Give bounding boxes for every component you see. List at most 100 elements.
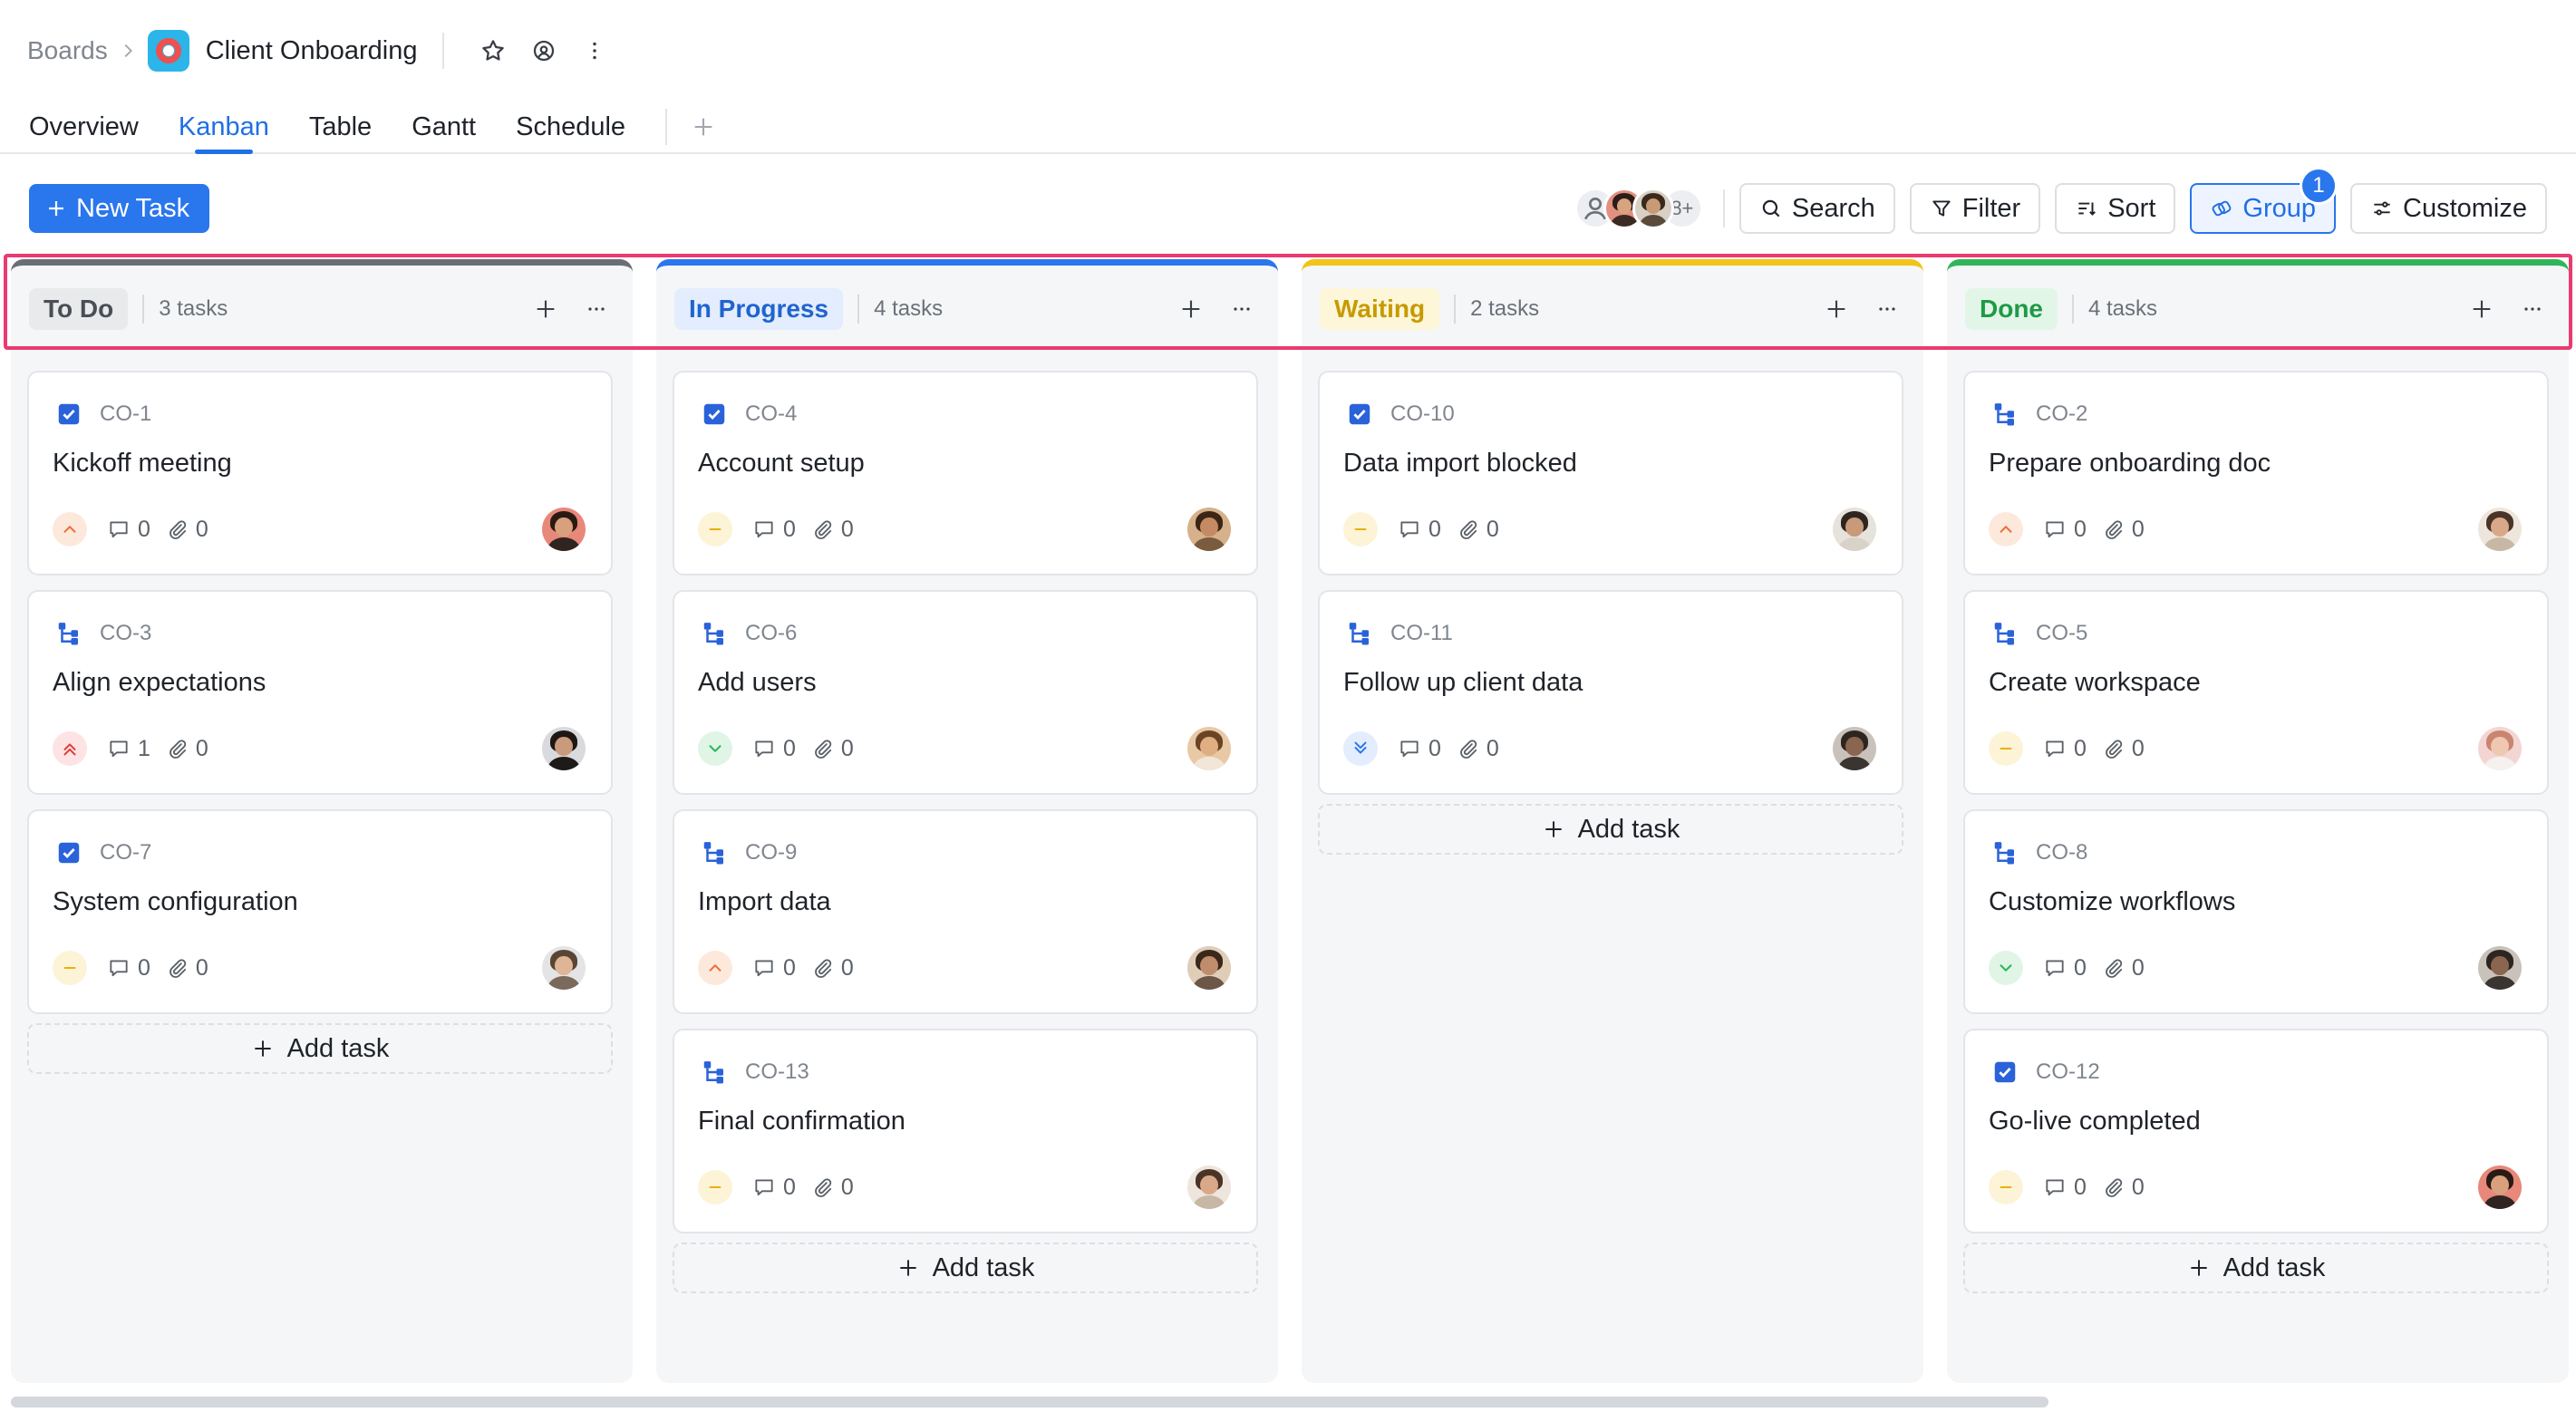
assignee-avatar[interactable]	[1833, 727, 1876, 770]
tab-gantt[interactable]: Gantt	[412, 100, 476, 154]
attachments-count[interactable]: 0	[165, 736, 208, 762]
assignee-avatar[interactable]	[2478, 946, 2522, 990]
customize-button[interactable]: Customize	[2350, 183, 2547, 234]
comments-count[interactable]: 0	[752, 1175, 796, 1201]
attachments-count[interactable]: 0	[1456, 736, 1499, 762]
attachments-count[interactable]: 0	[165, 517, 208, 543]
add-task-button[interactable]: Add task	[1963, 1243, 2549, 1293]
group-button[interactable]: Group 1	[2190, 167, 2338, 234]
attachments-count[interactable]: 0	[810, 517, 854, 543]
attachments-count[interactable]: 0	[810, 736, 854, 762]
assignee-avatar[interactable]	[2478, 727, 2522, 770]
task-card[interactable]: CO-4 Account setup 0 0	[673, 371, 1258, 575]
comments-count[interactable]: 0	[2043, 955, 2087, 982]
tab-kanban[interactable]: Kanban	[179, 100, 269, 154]
comments-count[interactable]: 0	[752, 955, 796, 982]
assignee-avatar[interactable]	[2478, 1165, 2522, 1209]
task-card[interactable]: CO-10 Data import blocked 0 0	[1318, 371, 1903, 575]
breadcrumb-boards-link[interactable]: Boards	[27, 36, 108, 65]
assignee-avatar[interactable]	[542, 508, 586, 551]
attachments-count[interactable]: 0	[2101, 736, 2145, 762]
comments-count[interactable]: 0	[2043, 1175, 2087, 1201]
comments-count[interactable]: 0	[107, 517, 150, 543]
task-card[interactable]: CO-8 Customize workflows 0 0	[1963, 809, 2549, 1014]
add-card-icon[interactable]	[1175, 293, 1207, 325]
task-card[interactable]: CO-13 Final confirmation 0 0	[673, 1029, 1258, 1233]
task-card[interactable]: CO-2 Prepare onboarding doc 0 0	[1963, 371, 2549, 575]
column-more-icon[interactable]	[580, 293, 613, 325]
add-card-icon[interactable]	[529, 293, 562, 325]
priority-medium-icon[interactable]	[698, 512, 732, 546]
attachments-count[interactable]: 0	[1456, 517, 1499, 543]
task-card[interactable]: CO-7 System configuration 0 0	[27, 809, 613, 1014]
priority-medium-icon[interactable]	[1989, 731, 2023, 766]
task-card[interactable]: CO-11 Follow up client data 0 0	[1318, 590, 1903, 795]
priority-high-icon[interactable]	[698, 951, 732, 985]
add-task-button[interactable]: Add task	[1318, 804, 1903, 855]
column-status-pill[interactable]: To Do	[29, 288, 129, 330]
star-icon[interactable]	[468, 30, 518, 72]
add-view-icon[interactable]	[685, 109, 721, 145]
horizontal-scrollbar[interactable]	[11, 1397, 2048, 1407]
add-task-button[interactable]: Add task	[27, 1023, 613, 1074]
attachments-count[interactable]: 0	[2101, 1175, 2145, 1201]
sort-button[interactable]: Sort	[2055, 183, 2176, 234]
priority-urgent-icon[interactable]	[53, 731, 87, 766]
comments-count[interactable]: 0	[752, 517, 796, 543]
attachments-count[interactable]: 0	[2101, 517, 2145, 543]
comments-value: 0	[138, 954, 150, 981]
task-card[interactable]: CO-12 Go-live completed 0 0	[1963, 1029, 2549, 1233]
comments-count[interactable]: 1	[107, 736, 150, 762]
comments-count[interactable]: 0	[1398, 517, 1441, 543]
task-card[interactable]: CO-9 Import data 0 0	[673, 809, 1258, 1014]
tab-schedule[interactable]: Schedule	[516, 100, 625, 154]
assignee-avatar[interactable]	[1187, 508, 1231, 551]
watch-icon[interactable]	[518, 30, 569, 72]
attachments-count[interactable]: 0	[810, 1175, 854, 1201]
priority-medium-icon[interactable]	[53, 951, 87, 985]
task-card[interactable]: CO-6 Add users 0 0	[673, 590, 1258, 795]
priority-medium-icon[interactable]	[1343, 512, 1378, 546]
assignee-avatar[interactable]	[1187, 946, 1231, 990]
tab-overview[interactable]: Overview	[29, 100, 139, 154]
column-status-pill[interactable]: In Progress	[674, 288, 844, 330]
priority-low-icon[interactable]	[698, 731, 732, 766]
add-card-icon[interactable]	[1820, 293, 1853, 325]
add-card-icon[interactable]	[2465, 293, 2498, 325]
task-card[interactable]: CO-5 Create workspace 0 0	[1963, 590, 2549, 795]
column-status-pill[interactable]: Waiting	[1320, 288, 1440, 330]
member-avatars[interactable]: 8+	[1574, 188, 1703, 229]
attachments-count[interactable]: 0	[810, 955, 854, 982]
assignee-avatar[interactable]	[1187, 727, 1231, 770]
priority-high-icon[interactable]	[1989, 512, 2023, 546]
task-card[interactable]: CO-3 Align expectations 1 0	[27, 590, 613, 795]
search-button[interactable]: Search	[1738, 183, 1895, 234]
comments-count[interactable]: 0	[1398, 736, 1441, 762]
comments-count[interactable]: 0	[2043, 517, 2087, 543]
attachments-count[interactable]: 0	[2101, 955, 2145, 982]
column-more-icon[interactable]	[2516, 293, 2549, 325]
priority-medium-icon[interactable]	[1989, 1170, 2023, 1204]
comments-count[interactable]: 0	[2043, 736, 2087, 762]
assignee-avatar[interactable]	[1187, 1165, 1231, 1209]
priority-lowest-icon[interactable]	[1343, 731, 1378, 766]
attachments-count[interactable]: 0	[165, 955, 208, 982]
assignee-avatar[interactable]	[542, 727, 586, 770]
tab-table[interactable]: Table	[309, 100, 372, 154]
column-status-pill[interactable]: Done	[1965, 288, 2058, 330]
comments-count[interactable]: 0	[752, 736, 796, 762]
comments-count[interactable]: 0	[107, 955, 150, 982]
assignee-avatar[interactable]	[542, 946, 586, 990]
assignee-avatar[interactable]	[2478, 508, 2522, 551]
column-more-icon[interactable]	[1225, 293, 1258, 325]
priority-low-icon[interactable]	[1989, 951, 2023, 985]
priority-medium-icon[interactable]	[698, 1170, 732, 1204]
add-task-button[interactable]: Add task	[673, 1243, 1258, 1293]
filter-button[interactable]: Filter	[1909, 183, 2041, 234]
priority-high-icon[interactable]	[53, 512, 87, 546]
more-vertical-icon[interactable]	[569, 30, 620, 72]
column-more-icon[interactable]	[1871, 293, 1903, 325]
new-task-button[interactable]: New Task	[29, 184, 210, 233]
assignee-avatar[interactable]	[1833, 508, 1876, 551]
task-card[interactable]: CO-1 Kickoff meeting 0 0	[27, 371, 613, 575]
